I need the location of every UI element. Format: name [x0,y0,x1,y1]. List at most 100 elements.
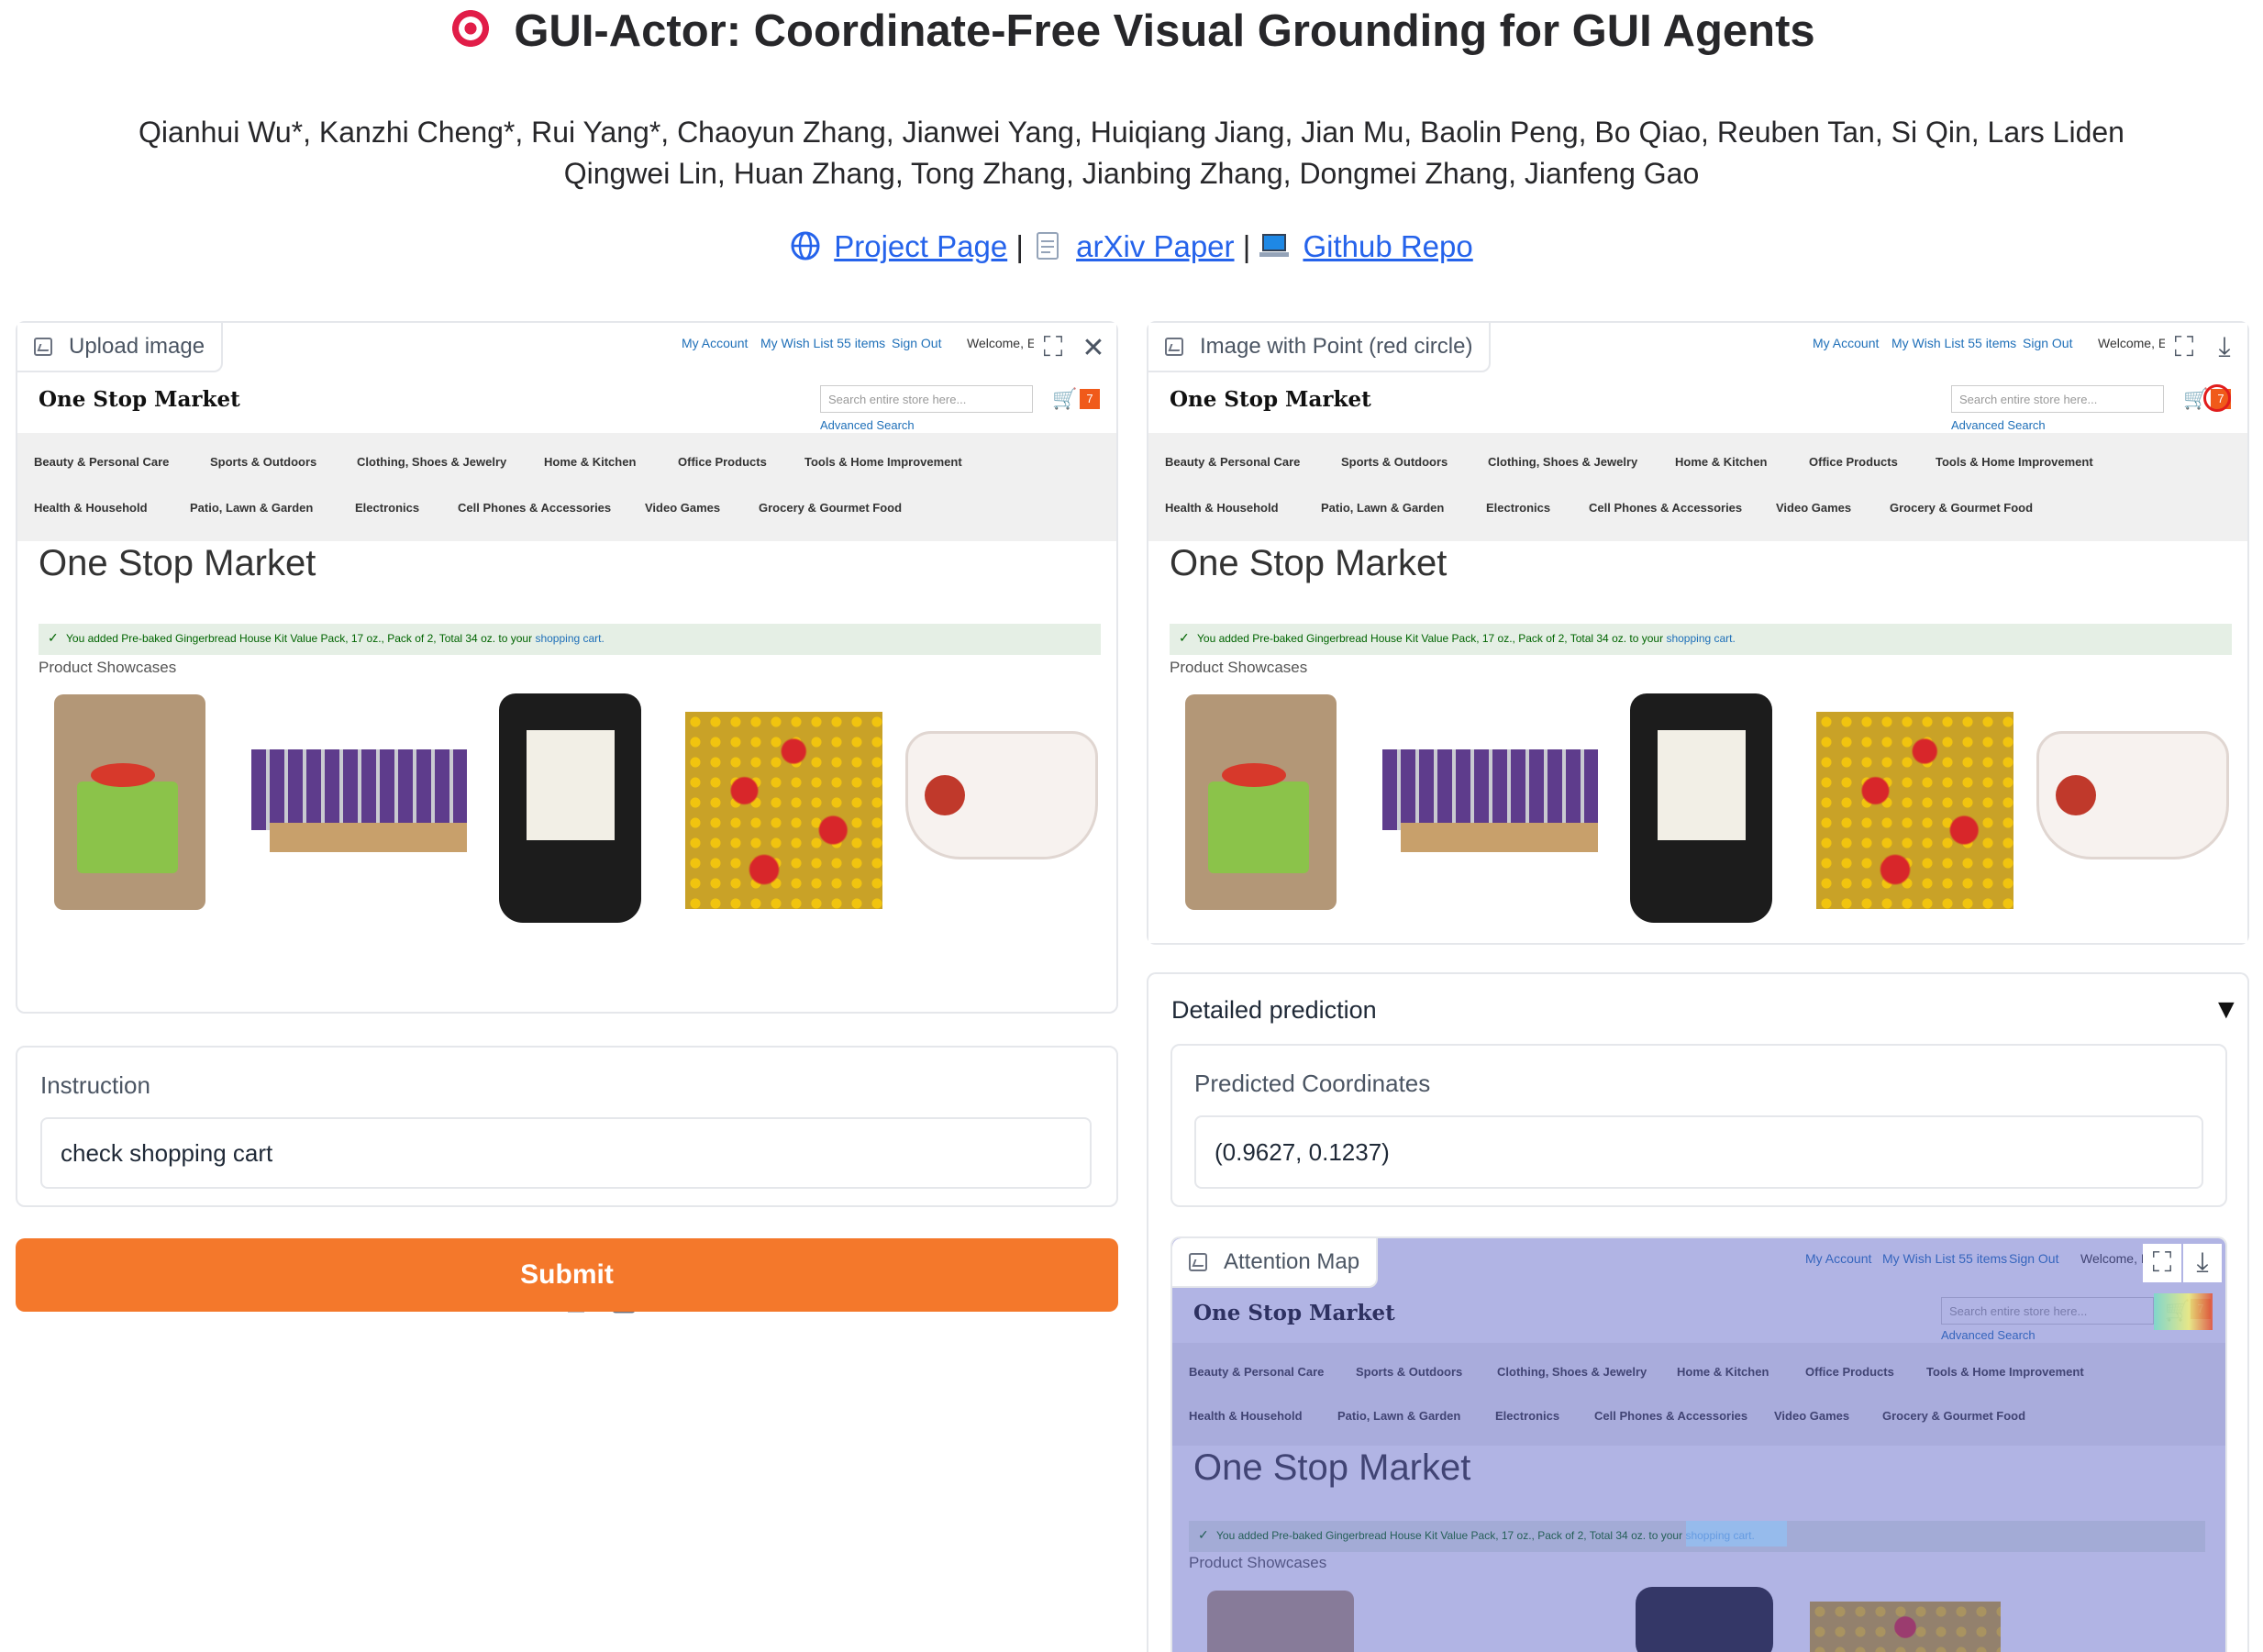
fullscreen-icon[interactable]: ⛶ [2143,1244,2181,1282]
output-image-panel: Image with Point (red circle) ⛶ ⤓ My Acc… [1147,321,2249,945]
shop-nav-item: Beauty & Personal Care [34,455,170,469]
upload-image-panel: Upload image ⛶ ✕ My Account My Wish List… [16,321,1118,1314]
shop-nav-item: Health & Household [34,501,148,515]
download-icon[interactable]: ⤓ [2183,1244,2222,1282]
laptop-icon [1259,234,1290,257]
upload-image-label: Upload image [17,323,224,372]
fullscreen-icon[interactable]: ⛶ [2165,328,2203,367]
accordion-title[interactable]: Detailed prediction [1171,996,1377,1025]
shop-welcome: Welcome, E [2098,336,2168,350]
shop-message-text: You added Pre-baked Gingerbread House Ki… [1197,632,1664,645]
shop-advanced-search: Advanced Search [820,418,915,432]
product-gingerbread [54,694,205,910]
shop-nav-item: Video Games [1776,501,1852,515]
shop-page-title: One Stop Market [1170,543,1448,583]
shop-search: Search entire store here... [1951,385,2164,413]
shop-wishlist: My Wish List 55 items [760,336,886,350]
shop-success-message: You added Pre-baked Gingerbread House Ki… [1170,624,2232,655]
submit-button[interactable]: Submit [16,1238,1118,1312]
link-separator: | [1015,229,1024,263]
shop-nav-item: Patio, Lawn & Garden [1321,501,1445,515]
shop-message-link: shopping cart. [1666,632,1736,645]
attention-map-panel: Attention Map ⛶ ⤓ My Account My Wish Lis… [1170,1236,2227,1652]
output-image-label: Image with Point (red circle) [1148,323,1492,372]
shop-nav-item: Home & Kitchen [544,455,637,469]
shop-cart-icon: 🛒 [1052,387,1078,410]
shop-message-link: shopping cart. [535,632,605,645]
instruction-panel: Instruction check shopping cart [16,1046,1118,1207]
shop-sign-out: Sign Out [892,336,942,350]
shop-success-message: You added Pre-baked Gingerbread House Ki… [39,624,1101,655]
shop-search: Search entire store here... [820,385,1033,413]
detailed-prediction-accordion: Detailed prediction ▼ Predicted Coordina… [1147,972,2249,1652]
collapse-arrow-icon[interactable]: ▼ [2213,994,2240,1026]
github-link[interactable]: Github Repo [1303,229,1472,263]
shop-nav-item: Office Products [678,455,767,469]
shop-nav: Beauty & Personal Care Sports & Outdoors… [1148,433,2247,541]
image-icon [1165,338,1183,356]
shop-nav-item: Electronics [1486,501,1551,515]
shop-wishlist: My Wish List 55 items [1891,336,2017,350]
authors: Qianhui Wu*, Kanzhi Cheng*, Rui Yang*, C… [0,112,2263,194]
shop-my-account: My Account [1813,336,1880,350]
shop-nav-item: Clothing, Shoes & Jewelry [1488,455,1638,469]
shop-nav-item: Tools & Home Improvement [1936,455,2093,469]
shop-welcome: Welcome, E [967,336,1037,350]
shop-sign-out: Sign Out [2023,336,2073,350]
attention-screenshot: My Account My Wish List 55 items Sign Ou… [1172,1238,2225,1652]
shop-message-text: You added Pre-baked Gingerbread House Ki… [66,632,533,645]
product-energy-drinks [251,749,467,855]
output-screenshot: My Account My Wish List 55 items Sign Ou… [1148,323,2247,943]
shop-nav-item: Beauty & Personal Care [1165,455,1301,469]
product-coffee-bag [499,693,641,923]
shop-advanced-search: Advanced Search [1951,418,2046,432]
fullscreen-icon[interactable]: ⛶ [1034,328,1072,367]
shop-page-title: One Stop Market [39,543,316,583]
image-icon [34,338,52,356]
close-icon[interactable]: ✕ [1074,328,1113,367]
shop-my-account: My Account [682,336,749,350]
attention-map-label-text: Attention Map [1224,1249,1360,1274]
predicted-coordinates-field[interactable]: (0.9627, 0.1237) [1194,1115,2203,1189]
app-root: GUI-Actor: Coordinate-Free Visual Ground… [0,0,2263,1652]
shop-logo: One Stop Market [39,387,240,412]
shop-nav-item: Sports & Outdoors [1341,455,1448,469]
authors-line-1: Qianhui Wu*, Kanzhi Cheng*, Rui Yang*, C… [139,116,2124,149]
shop-nav-item: Cell Phones & Accessories [1589,501,1743,515]
predicted-point-marker [2203,384,2231,412]
globe-icon [791,231,820,261]
project-page-link[interactable]: Project Page [834,229,1007,263]
shop-nav-item: Cell Phones & Accessories [458,501,612,515]
output-image-label-text: Image with Point (red circle) [1200,334,1473,359]
arxiv-link[interactable]: arXiv Paper [1076,229,1234,263]
product-cocowhip [2036,731,2229,859]
shop-nav-item: Health & Household [1165,501,1279,515]
product-sprinkles [1816,712,2013,909]
product-coffee-bag [1630,693,1772,923]
shop-nav-item: Patio, Lawn & Garden [190,501,314,515]
page-title-text: GUI-Actor: Coordinate-Free Visual Ground… [514,6,1815,56]
attention-overlay [1172,1238,2225,1652]
shop-cart-count: 7 [1080,389,1100,409]
shop-nav: Beauty & Personal Care Sports & Outdoors… [17,433,1116,541]
header-links: Project Page | arXiv Paper | Github Repo [0,229,2263,264]
shop-nav-item: Sports & Outdoors [210,455,317,469]
download-icon[interactable]: ⤓ [2205,328,2244,367]
upload-screenshot: My Account My Wish List 55 items Sign Ou… [17,323,1116,944]
shop-nav-item: Home & Kitchen [1675,455,1768,469]
authors-line-2: Qingwei Lin, Huan Zhang, Tong Zhang, Jia… [563,157,1700,190]
product-gingerbread [1185,694,1337,910]
shop-nav-item: Tools & Home Improvement [804,455,962,469]
document-icon [1037,232,1059,260]
shop-nav-item: Video Games [645,501,721,515]
product-cocowhip [905,731,1098,859]
shop-nav-item: Electronics [355,501,420,515]
product-energy-drinks [1382,749,1598,855]
target-icon [448,6,494,51]
predicted-coordinates-label: Predicted Coordinates [1194,1070,1431,1097]
shop-showcase-label: Product Showcases [39,659,177,676]
shop-nav-item: Clothing, Shoes & Jewelry [357,455,507,469]
attention-hotspot-cart [2154,1293,2213,1330]
instruction-input[interactable]: check shopping cart [40,1117,1092,1189]
product-sprinkles [685,712,882,909]
